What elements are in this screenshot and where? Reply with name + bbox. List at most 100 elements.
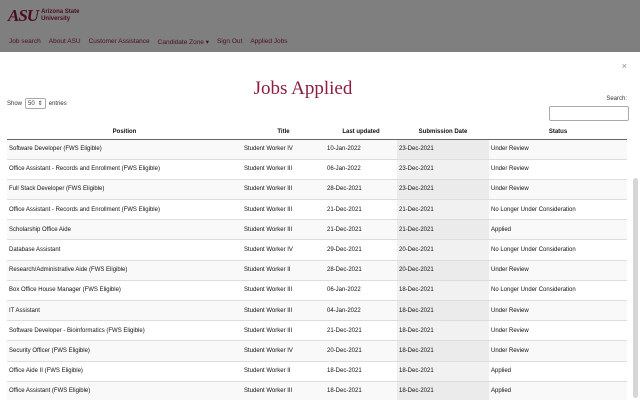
modal-title: Jobs Applied bbox=[253, 78, 353, 99]
cell-title: Student Worker II bbox=[242, 361, 325, 382]
cell-title: Student Worker IV bbox=[242, 239, 325, 261]
cell-status: Under Review bbox=[489, 179, 627, 201]
entries-select-value: 50 bbox=[28, 100, 35, 107]
cell-last-updated: 10-Jan-2022 bbox=[325, 139, 397, 160]
site-header: ASU Arizona State University Job search … bbox=[0, 0, 640, 52]
table-header-row: Position Title Last updated Submission D… bbox=[7, 125, 627, 140]
cell-status: No Longer Under Consideration bbox=[489, 239, 627, 261]
cell-last-updated: 18-Dec-2021 bbox=[325, 361, 397, 382]
column-header-title[interactable]: Title bbox=[242, 125, 325, 140]
search-input[interactable] bbox=[549, 106, 629, 121]
nav-sign-out[interactable]: Sign Out bbox=[217, 38, 242, 46]
cell-submission-date: 18-Dec-2021 bbox=[397, 320, 489, 342]
cell-position: Full Stack Developer (FWS Eligible) bbox=[7, 179, 242, 201]
cell-last-updated: 21-Dec-2021 bbox=[325, 219, 397, 241]
asu-logo[interactable]: ASU Arizona State University bbox=[8, 7, 101, 24]
table-row[interactable]: Research/Administrative Aide (FWS Eligib… bbox=[7, 260, 627, 281]
show-label: Show bbox=[7, 100, 23, 107]
cell-submission-date: 18-Dec-2021 bbox=[397, 280, 489, 302]
top-nav: Job search About ASU Customer Assistance… bbox=[9, 38, 288, 46]
cell-position: Software Developer (FWS Eligible) bbox=[7, 139, 242, 160]
cell-last-updated: 28-Dec-2021 bbox=[325, 179, 397, 201]
cell-position: Scholarship Office Aide bbox=[7, 219, 242, 241]
table-row[interactable]: Office Aide II (FWS Eligible) Student Wo… bbox=[7, 361, 627, 382]
column-header-last-updated[interactable]: Last updated bbox=[325, 125, 397, 140]
nav-about-asu[interactable]: About ASU bbox=[49, 38, 81, 46]
cell-position: Office Assistant - Records and Enrollmen… bbox=[7, 159, 242, 180]
nav-job-search[interactable]: Job search bbox=[9, 38, 41, 46]
table-row[interactable]: Software Developer (FWS Eligible) Studen… bbox=[7, 139, 627, 160]
cell-title: Student Worker IV bbox=[242, 139, 325, 160]
cell-submission-date: 21-Dec-2021 bbox=[397, 219, 489, 241]
cell-title: Student Worker III bbox=[242, 219, 325, 241]
cell-submission-date: 18-Dec-2021 bbox=[397, 361, 489, 382]
nav-candidate-zone-label: Candidate Zone bbox=[157, 39, 204, 46]
modal-scrollbar[interactable] bbox=[633, 178, 638, 398]
logo-text: Arizona State University bbox=[41, 9, 80, 22]
cell-status: Applied bbox=[489, 361, 627, 382]
cell-last-updated: 18-Dec-2021 bbox=[325, 381, 397, 400]
cell-title: Student Worker III bbox=[242, 381, 325, 400]
cell-submission-date: 23-Dec-2021 bbox=[397, 159, 489, 180]
cell-status: No Longer Under Consideration bbox=[489, 199, 627, 221]
cell-title: Student Worker III bbox=[242, 199, 325, 221]
cell-title: Student Worker III bbox=[242, 280, 325, 302]
cell-submission-date: 20-Dec-2021 bbox=[397, 239, 489, 261]
jobs-table-container: Position Title Last updated Submission D… bbox=[7, 125, 627, 400]
column-header-status[interactable]: Status bbox=[489, 125, 627, 140]
cell-submission-date: 18-Dec-2021 bbox=[397, 300, 489, 322]
cell-status: Under Review bbox=[489, 260, 627, 281]
column-header-submission-date[interactable]: Submission Date bbox=[397, 125, 489, 140]
table-row[interactable]: Software Developer - Bioinformatics (FWS… bbox=[7, 320, 627, 342]
cell-submission-date: 21-Dec-2021 bbox=[397, 199, 489, 221]
nav-candidate-zone[interactable]: Candidate Zone ▾ bbox=[158, 38, 209, 46]
show-entries-control: Show 50 ⇕ entries bbox=[7, 98, 67, 109]
cell-position: Research/Administrative Aide (FWS Eligib… bbox=[7, 260, 242, 281]
cell-position: Software Developer - Bioinformatics (FWS… bbox=[7, 320, 242, 342]
cell-last-updated: 29-Dec-2021 bbox=[325, 239, 397, 261]
cell-last-updated: 20-Dec-2021 bbox=[325, 340, 397, 362]
cell-last-updated: 06-Jan-2022 bbox=[325, 159, 397, 180]
entries-select[interactable]: 50 ⇕ bbox=[25, 98, 46, 109]
cell-submission-date: 20-Dec-2021 bbox=[397, 260, 489, 281]
cell-title: Student Worker III bbox=[242, 159, 325, 180]
cell-position: Office Aide II (FWS Eligible) bbox=[7, 361, 242, 382]
entries-label: entries bbox=[48, 100, 67, 107]
table-row[interactable]: Database Assistant Student Worker IV 29-… bbox=[7, 239, 627, 261]
logo-mark: ASU bbox=[8, 6, 39, 25]
table-row[interactable]: Office Assistant (FWS Eligible) Student … bbox=[7, 381, 627, 400]
nav-applied-jobs[interactable]: Applied Jobs bbox=[250, 38, 287, 46]
close-icon[interactable]: × bbox=[622, 61, 627, 71]
cell-position: Security Officer (FWS Eligible) bbox=[7, 340, 242, 362]
table-row[interactable]: Full Stack Developer (FWS Eligible) Stud… bbox=[7, 179, 627, 201]
cell-status: Applied bbox=[489, 219, 627, 241]
table-row[interactable]: IT Assistant Student Worker III 04-Jan-2… bbox=[7, 300, 627, 322]
search-label: Search: bbox=[606, 96, 627, 102]
cell-status: Under Review bbox=[489, 159, 627, 180]
nav-customer-assistance[interactable]: Customer Assistance bbox=[89, 38, 150, 46]
table-row[interactable]: Office Assistant - Records and Enrollmen… bbox=[7, 199, 627, 221]
cell-submission-date: 23-Dec-2021 bbox=[397, 179, 489, 201]
cell-position: IT Assistant bbox=[7, 300, 242, 322]
cell-position: Database Assistant bbox=[7, 239, 242, 261]
jobs-table: Position Title Last updated Submission D… bbox=[7, 125, 627, 400]
cell-last-updated: 28-Dec-2021 bbox=[325, 260, 397, 281]
table-row[interactable]: Office Assistant - Records and Enrollmen… bbox=[7, 159, 627, 180]
column-header-position[interactable]: Position bbox=[7, 125, 242, 140]
cell-title: Student Worker II bbox=[242, 260, 325, 281]
cell-submission-date: 18-Dec-2021 bbox=[397, 340, 489, 362]
cell-submission-date: 18-Dec-2021 bbox=[397, 381, 489, 400]
cell-submission-date: 23-Dec-2021 bbox=[397, 139, 489, 160]
chevron-down-icon: ▾ bbox=[205, 39, 210, 46]
cell-status: Applied bbox=[489, 381, 627, 400]
cell-title: Student Worker III bbox=[242, 320, 325, 342]
table-row[interactable]: Box Office House Manager (FWS Eligible) … bbox=[7, 280, 627, 302]
cell-status: No Longer Under Consideration bbox=[489, 280, 627, 302]
table-row[interactable]: Scholarship Office Aide Student Worker I… bbox=[7, 219, 627, 241]
cell-last-updated: 04-Jan-2022 bbox=[325, 300, 397, 322]
table-row[interactable]: Security Officer (FWS Eligible) Student … bbox=[7, 340, 627, 362]
cell-status: Under Review bbox=[489, 340, 627, 362]
table-body: Software Developer (FWS Eligible) Studen… bbox=[7, 139, 627, 400]
cell-position: Office Assistant (FWS Eligible) bbox=[7, 381, 242, 400]
chevron-down-icon: ⇕ bbox=[37, 101, 43, 107]
